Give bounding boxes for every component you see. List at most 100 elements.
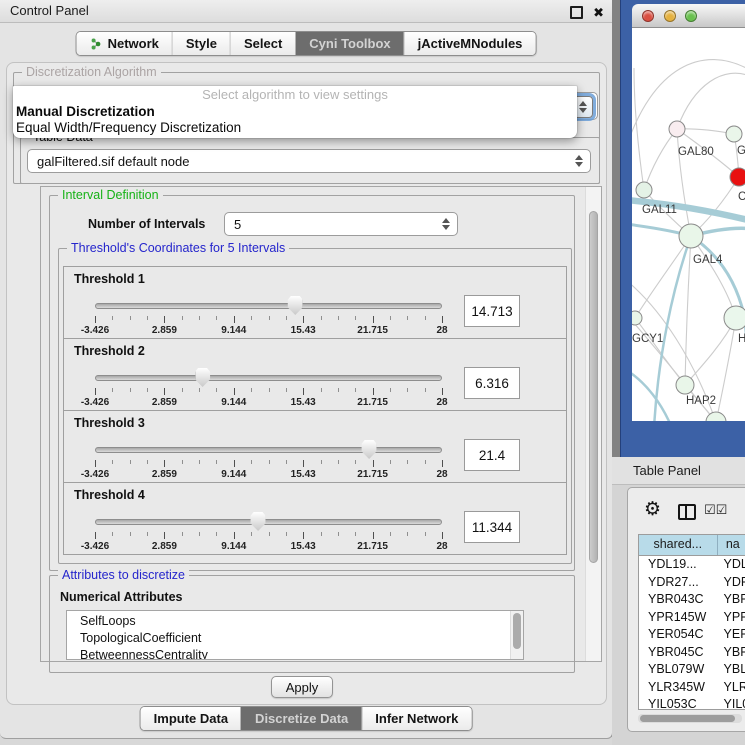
tick-label: 28: [436, 397, 447, 408]
slider-thumb[interactable]: [362, 440, 377, 459]
network-node[interactable]: [676, 376, 694, 394]
mac-close-button[interactable]: [642, 10, 654, 22]
split-view-icon[interactable]: [678, 504, 696, 520]
attribute-list-item[interactable]: TopologicalCoefficient: [67, 630, 523, 647]
slider-thumb[interactable]: [195, 368, 210, 387]
scrollbar-thumb[interactable]: [640, 715, 735, 722]
slider-track[interactable]: [95, 447, 442, 453]
table-cell: YBR043C: [639, 591, 718, 609]
tick-mark: [182, 460, 183, 464]
mac-zoom-button[interactable]: [685, 10, 697, 22]
tick-label: 28: [436, 541, 447, 552]
tick-label: -3.426: [81, 325, 109, 336]
tick-mark: [355, 460, 356, 464]
threshold-value-field[interactable]: 6.316: [464, 367, 520, 399]
slider[interactable]: [95, 375, 442, 381]
table-row[interactable]: YLR345WYLR3: [639, 679, 745, 697]
network-node[interactable]: [632, 311, 642, 325]
number-of-intervals-combobox[interactable]: 5: [224, 212, 458, 236]
table-cell: YLR345W: [639, 679, 718, 697]
table-row[interactable]: YBR045CYBR0: [639, 644, 745, 662]
mac-minimize-button[interactable]: [664, 10, 676, 22]
list-scrollbar[interactable]: [510, 611, 523, 659]
slider-ticks: [95, 388, 442, 396]
dropdown-placeholder-option[interactable]: Select algorithm to view settings: [13, 86, 577, 104]
tick-mark: [269, 316, 270, 320]
table-cell: YPR1: [718, 609, 745, 627]
tab-impute-data[interactable]: Impute Data: [141, 707, 241, 730]
tab-label: Impute Data: [154, 711, 228, 726]
dropdown-option-equal-width[interactable]: Equal Width/Frequency Discretization: [13, 120, 577, 136]
slider[interactable]: [95, 519, 442, 525]
table-row[interactable]: YDL19...YDL1: [639, 556, 745, 574]
threshold-value-field[interactable]: 11.344: [464, 511, 520, 543]
threshold-label: Threshold 1: [74, 272, 145, 286]
attribute-list-item[interactable]: SelfLoops: [67, 613, 523, 630]
table-cell: YPR145W: [639, 609, 718, 627]
table-row[interactable]: YER054CYER0: [639, 626, 745, 644]
network-node[interactable]: [724, 306, 745, 330]
column-header-shared-[interactable]: shared...: [639, 535, 718, 555]
table-panel-titlebar: Table Panel: [612, 457, 745, 485]
vertical-scrollbar[interactable]: [585, 187, 601, 661]
tab-discretize-data[interactable]: Discretize Data: [241, 707, 361, 730]
network-canvas[interactable]: GAL80GAGAL11CGAL4GCY1HHAP2: [632, 28, 745, 421]
tab-select[interactable]: Select: [230, 32, 295, 55]
slider-thumb[interactable]: [251, 512, 266, 531]
numerical-attributes-list[interactable]: SelfLoopsTopologicalCoefficientBetweenne…: [66, 610, 524, 660]
close-icon[interactable]: ✖: [593, 2, 604, 24]
tick-mark: [442, 460, 443, 467]
tick-mark: [234, 316, 235, 323]
tab-infer-network[interactable]: Infer Network: [361, 707, 471, 730]
column-header-na[interactable]: na: [718, 535, 745, 555]
table-settings-gear-icon[interactable]: ⚙: [644, 499, 661, 521]
slider-track[interactable]: [95, 519, 442, 525]
tick-mark: [303, 316, 304, 323]
tick-mark: [251, 532, 252, 536]
tab-network[interactable]: Network: [77, 32, 172, 55]
float-window-icon[interactable]: [570, 6, 583, 19]
tick-mark: [95, 316, 96, 323]
threshold-label: Threshold 2: [74, 344, 145, 358]
tab-cyni-toolbox[interactable]: Cyni Toolbox: [295, 32, 403, 55]
network-node[interactable]: [726, 126, 742, 142]
scrollbar-thumb[interactable]: [589, 211, 598, 563]
node-attribute-table[interactable]: shared...na YDL19...YDL1YDR27...YDR2YBR0…: [638, 534, 745, 710]
tick-mark: [216, 460, 217, 464]
network-node[interactable]: [679, 224, 703, 248]
table-row[interactable]: YBL079WYBL0: [639, 661, 745, 679]
threshold-value-field[interactable]: 21.4: [464, 439, 520, 471]
slider-track[interactable]: [95, 303, 442, 309]
table-row[interactable]: YDR27...YDR2: [639, 574, 745, 592]
slider-track[interactable]: [95, 375, 442, 381]
attribute-list-item[interactable]: BetweennessCentrality: [67, 647, 523, 660]
table-row[interactable]: YBR043CYBR0: [639, 591, 745, 609]
table-data-combobox[interactable]: galFiltered.sif default node: [27, 149, 591, 173]
slider-thumb[interactable]: [288, 296, 303, 315]
control-panel-titlebar: Control Panel ✖: [0, 0, 612, 23]
network-node[interactable]: [669, 121, 685, 137]
threshold-value-field[interactable]: 14.713: [464, 295, 520, 327]
apply-button[interactable]: Apply: [271, 676, 333, 698]
scrollbar-thumb[interactable]: [513, 613, 521, 649]
tick-label: 9.144: [221, 541, 246, 552]
tab-jactivemnodules[interactable]: jActiveMNodules: [404, 32, 536, 55]
network-node[interactable]: [636, 182, 652, 198]
node-label: GAL11: [642, 204, 677, 216]
node-label: GAL4: [693, 254, 723, 266]
tick-mark: [199, 316, 200, 320]
tick-mark: [407, 388, 408, 392]
table-cell: YDR2: [718, 574, 745, 592]
table-row[interactable]: YPR145WYPR1: [639, 609, 745, 627]
tick-label: -3.426: [81, 469, 109, 480]
slider[interactable]: [95, 303, 442, 309]
slider[interactable]: [95, 447, 442, 453]
tab-style[interactable]: Style: [172, 32, 230, 55]
select-columns-icon[interactable]: ☑☑: [704, 502, 727, 518]
slider-ticks: [95, 316, 442, 324]
network-node[interactable]: [730, 168, 745, 186]
dropdown-option-manual-discretization[interactable]: Manual Discretization: [13, 104, 577, 120]
horizontal-scrollbar[interactable]: [638, 714, 742, 723]
tick-mark: [338, 460, 339, 464]
table-row[interactable]: YIL053CYIL0: [639, 696, 745, 710]
